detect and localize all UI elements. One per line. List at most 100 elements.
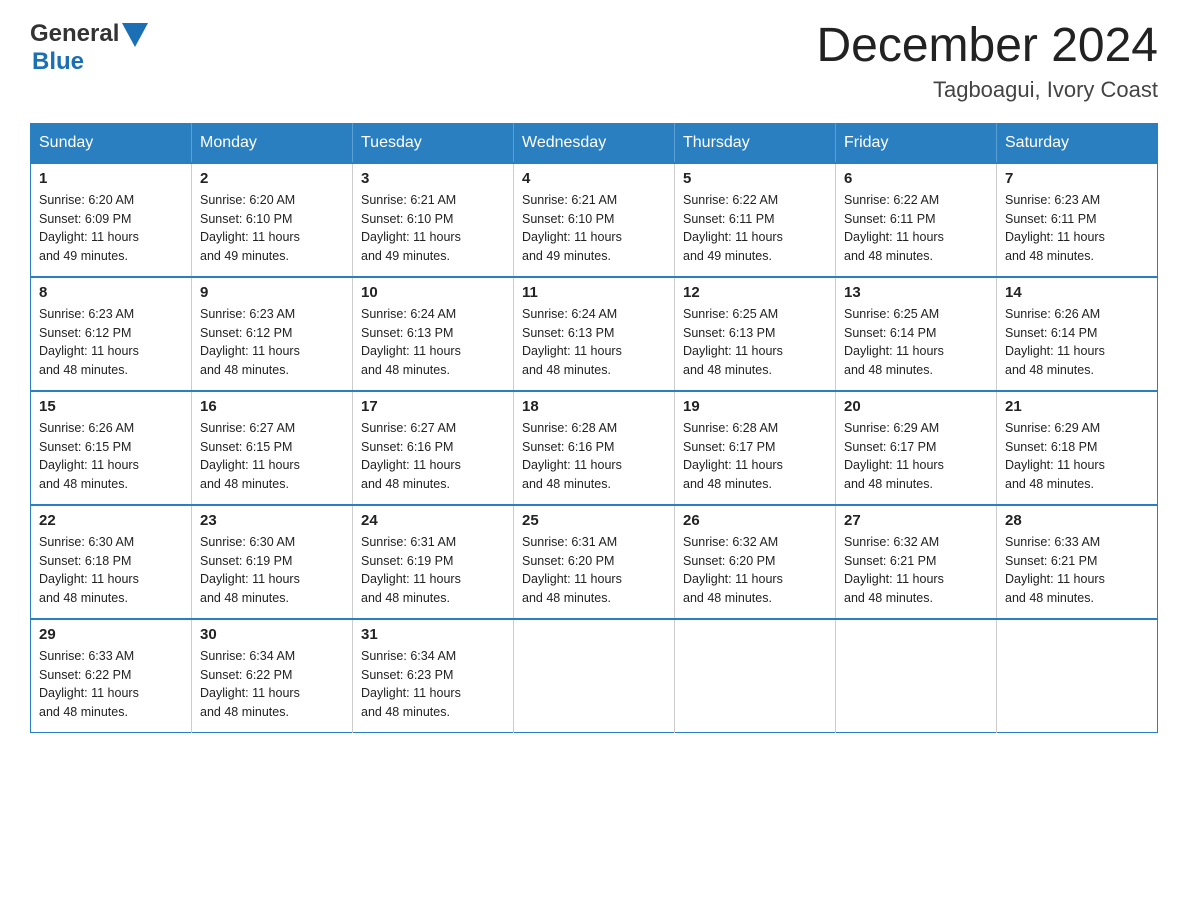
location-subtitle: Tagboagui, Ivory Coast — [816, 77, 1158, 103]
day-number: 27 — [844, 512, 988, 529]
day-number: 12 — [683, 284, 827, 301]
calendar-cell: 24 Sunrise: 6:31 AMSunset: 6:19 PMDayligh… — [353, 505, 514, 619]
day-number: 17 — [361, 398, 505, 415]
calendar-cell — [836, 619, 997, 733]
weekday-header-row: SundayMondayTuesdayWednesdayThursdayFrid… — [31, 123, 1158, 163]
day-info: Sunrise: 6:29 AMSunset: 6:18 PMDaylight:… — [1005, 419, 1149, 494]
calendar-cell — [997, 619, 1158, 733]
day-info: Sunrise: 6:25 AMSunset: 6:14 PMDaylight:… — [844, 305, 988, 380]
day-info: Sunrise: 6:22 AMSunset: 6:11 PMDaylight:… — [683, 191, 827, 266]
calendar-cell: 22Sunrise: 6:30 AMSunset: 6:18 PMDayligh… — [31, 505, 192, 619]
calendar-cell: 13 Sunrise: 6:25 AMSunset: 6:14 PMDayligh… — [836, 277, 997, 391]
calendar-cell: 27 Sunrise: 6:32 AMSunset: 6:21 PMDayligh… — [836, 505, 997, 619]
calendar-cell: 19Sunrise: 6:28 AMSunset: 6:17 PMDayligh… — [675, 391, 836, 505]
weekday-header-friday: Friday — [836, 123, 997, 163]
logo: General Blue — [30, 20, 148, 76]
day-info: Sunrise: 6:24 AMSunset: 6:13 PMDaylight:… — [522, 305, 666, 380]
day-info: Sunrise: 6:25 AMSunset: 6:13 PMDaylight:… — [683, 305, 827, 380]
day-number: 2 — [200, 170, 344, 187]
calendar-cell: 21 Sunrise: 6:29 AMSunset: 6:18 PMDayligh… — [997, 391, 1158, 505]
weekday-header-tuesday: Tuesday — [353, 123, 514, 163]
day-number: 20 — [844, 398, 988, 415]
day-number: 26 — [683, 512, 827, 529]
month-title: December 2024 — [816, 20, 1158, 73]
day-number: 14 — [1005, 284, 1149, 301]
day-info: Sunrise: 6:27 AMSunset: 6:15 PMDaylight:… — [200, 419, 344, 494]
weekday-header-sunday: Sunday — [31, 123, 192, 163]
day-info: Sunrise: 6:23 AMSunset: 6:12 PMDaylight:… — [39, 305, 183, 380]
calendar-cell: 1 Sunrise: 6:20 AMSunset: 6:09 PMDaylight… — [31, 163, 192, 277]
day-info: Sunrise: 6:30 AMSunset: 6:19 PMDaylight:… — [200, 533, 344, 608]
day-info: Sunrise: 6:26 AMSunset: 6:14 PMDaylight:… — [1005, 305, 1149, 380]
day-number: 3 — [361, 170, 505, 187]
calendar-cell: 14 Sunrise: 6:26 AMSunset: 6:14 PMDayligh… — [997, 277, 1158, 391]
day-info: Sunrise: 6:24 AMSunset: 6:13 PMDaylight:… — [361, 305, 505, 380]
day-number: 13 — [844, 284, 988, 301]
day-info: Sunrise: 6:34 AMSunset: 6:22 PMDaylight:… — [200, 647, 344, 722]
day-info: Sunrise: 6:30 AMSunset: 6:18 PMDaylight:… — [39, 533, 183, 608]
calendar-cell: 29Sunrise: 6:33 AMSunset: 6:22 PMDayligh… — [31, 619, 192, 733]
calendar-cell: 4Sunrise: 6:21 AMSunset: 6:10 PMDaylight… — [514, 163, 675, 277]
calendar-week-row: 22Sunrise: 6:30 AMSunset: 6:18 PMDayligh… — [31, 505, 1158, 619]
calendar-cell — [514, 619, 675, 733]
day-number: 23 — [200, 512, 344, 529]
day-number: 8 — [39, 284, 183, 301]
day-info: Sunrise: 6:31 AMSunset: 6:20 PMDaylight:… — [522, 533, 666, 608]
day-info: Sunrise: 6:34 AMSunset: 6:23 PMDaylight:… — [361, 647, 505, 722]
page-header: General Blue December 2024 Tagboagui, Iv… — [30, 20, 1158, 103]
day-info: Sunrise: 6:20 AMSunset: 6:09 PMDaylight:… — [39, 191, 183, 266]
calendar-cell: 28 Sunrise: 6:33 AMSunset: 6:21 PMDayligh… — [997, 505, 1158, 619]
day-number: 21 — [1005, 398, 1149, 415]
day-info: Sunrise: 6:31 AMSunset: 6:19 PMDaylight:… — [361, 533, 505, 608]
calendar-cell: 8 Sunrise: 6:23 AMSunset: 6:12 PMDaylight… — [31, 277, 192, 391]
calendar-cell: 23 Sunrise: 6:30 AMSunset: 6:19 PMDayligh… — [192, 505, 353, 619]
calendar-week-row: 8 Sunrise: 6:23 AMSunset: 6:12 PMDaylight… — [31, 277, 1158, 391]
calendar-cell: 26 Sunrise: 6:32 AMSunset: 6:20 PMDayligh… — [675, 505, 836, 619]
calendar-cell: 2 Sunrise: 6:20 AMSunset: 6:10 PMDaylight… — [192, 163, 353, 277]
day-number: 5 — [683, 170, 827, 187]
calendar-cell: 11 Sunrise: 6:24 AMSunset: 6:13 PMDayligh… — [514, 277, 675, 391]
day-number: 6 — [844, 170, 988, 187]
calendar-cell: 18Sunrise: 6:28 AMSunset: 6:16 PMDayligh… — [514, 391, 675, 505]
day-number: 30 — [200, 626, 344, 643]
calendar-cell: 16 Sunrise: 6:27 AMSunset: 6:15 PMDayligh… — [192, 391, 353, 505]
day-number: 24 — [361, 512, 505, 529]
weekday-header-thursday: Thursday — [675, 123, 836, 163]
day-number: 7 — [1005, 170, 1149, 187]
calendar-cell: 10Sunrise: 6:24 AMSunset: 6:13 PMDayligh… — [353, 277, 514, 391]
day-info: Sunrise: 6:27 AMSunset: 6:16 PMDaylight:… — [361, 419, 505, 494]
day-info: Sunrise: 6:23 AMSunset: 6:12 PMDaylight:… — [200, 305, 344, 380]
logo-general-text: General — [30, 20, 119, 48]
calendar-table: SundayMondayTuesdayWednesdayThursdayFrid… — [30, 123, 1158, 733]
day-number: 25 — [522, 512, 666, 529]
day-info: Sunrise: 6:22 AMSunset: 6:11 PMDaylight:… — [844, 191, 988, 266]
day-info: Sunrise: 6:28 AMSunset: 6:17 PMDaylight:… — [683, 419, 827, 494]
day-number: 11 — [522, 284, 666, 301]
calendar-cell: 9Sunrise: 6:23 AMSunset: 6:12 PMDaylight… — [192, 277, 353, 391]
day-info: Sunrise: 6:29 AMSunset: 6:17 PMDaylight:… — [844, 419, 988, 494]
weekday-header-saturday: Saturday — [997, 123, 1158, 163]
day-number: 1 — [39, 170, 183, 187]
day-info: Sunrise: 6:23 AMSunset: 6:11 PMDaylight:… — [1005, 191, 1149, 266]
calendar-week-row: 1 Sunrise: 6:20 AMSunset: 6:09 PMDaylight… — [31, 163, 1158, 277]
day-number: 28 — [1005, 512, 1149, 529]
calendar-cell: 7 Sunrise: 6:23 AMSunset: 6:11 PMDaylight… — [997, 163, 1158, 277]
weekday-header-monday: Monday — [192, 123, 353, 163]
logo-blue-text: Blue — [32, 48, 84, 75]
day-number: 31 — [361, 626, 505, 643]
calendar-week-row: 29Sunrise: 6:33 AMSunset: 6:22 PMDayligh… — [31, 619, 1158, 733]
calendar-cell: 17 Sunrise: 6:27 AMSunset: 6:16 PMDayligh… — [353, 391, 514, 505]
day-info: Sunrise: 6:20 AMSunset: 6:10 PMDaylight:… — [200, 191, 344, 266]
day-number: 29 — [39, 626, 183, 643]
calendar-cell: 12 Sunrise: 6:25 AMSunset: 6:13 PMDayligh… — [675, 277, 836, 391]
day-number: 16 — [200, 398, 344, 415]
day-info: Sunrise: 6:21 AMSunset: 6:10 PMDaylight:… — [522, 191, 666, 266]
day-info: Sunrise: 6:33 AMSunset: 6:21 PMDaylight:… — [1005, 533, 1149, 608]
day-info: Sunrise: 6:32 AMSunset: 6:20 PMDaylight:… — [683, 533, 827, 608]
calendar-cell: 5 Sunrise: 6:22 AMSunset: 6:11 PMDaylight… — [675, 163, 836, 277]
calendar-cell: 15Sunrise: 6:26 AMSunset: 6:15 PMDayligh… — [31, 391, 192, 505]
calendar-cell: 3Sunrise: 6:21 AMSunset: 6:10 PMDaylight… — [353, 163, 514, 277]
day-info: Sunrise: 6:32 AMSunset: 6:21 PMDaylight:… — [844, 533, 988, 608]
weekday-header-wednesday: Wednesday — [514, 123, 675, 163]
calendar-cell — [675, 619, 836, 733]
